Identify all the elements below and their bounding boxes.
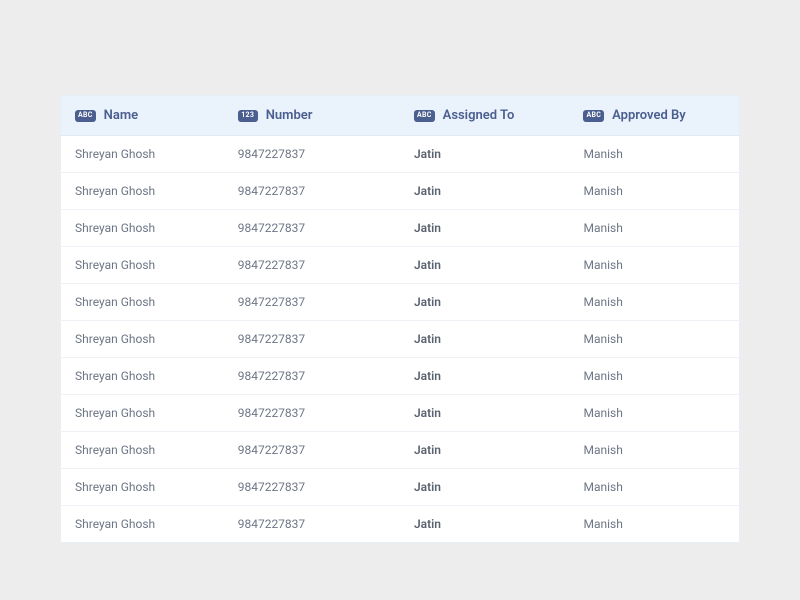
cell-name: Shreyan Ghosh bbox=[61, 432, 224, 468]
cell-approved-by: Manish bbox=[569, 136, 739, 172]
cell-assigned-to: Jatin bbox=[400, 284, 570, 320]
cell-number: 9847227837 bbox=[224, 395, 400, 431]
table-row[interactable]: Shreyan Ghosh9847227837JatinManish bbox=[61, 173, 739, 210]
table-row[interactable]: Shreyan Ghosh9847227837JatinManish bbox=[61, 469, 739, 506]
cell-number: 9847227837 bbox=[224, 210, 400, 246]
table-row[interactable]: Shreyan Ghosh9847227837JatinManish bbox=[61, 210, 739, 247]
table-row[interactable]: Shreyan Ghosh9847227837JatinManish bbox=[61, 321, 739, 358]
cell-approved-by: Manish bbox=[569, 395, 739, 431]
table-row[interactable]: Shreyan Ghosh9847227837JatinManish bbox=[61, 395, 739, 432]
cell-name: Shreyan Ghosh bbox=[61, 136, 224, 172]
cell-assigned-to: Jatin bbox=[400, 506, 570, 542]
column-header-label: Number bbox=[266, 108, 313, 123]
cell-approved-by: Manish bbox=[569, 358, 739, 394]
cell-name: Shreyan Ghosh bbox=[61, 173, 224, 209]
cell-number: 9847227837 bbox=[224, 247, 400, 283]
cell-assigned-to: Jatin bbox=[400, 321, 570, 357]
cell-name: Shreyan Ghosh bbox=[61, 395, 224, 431]
cell-assigned-to: Jatin bbox=[400, 395, 570, 431]
cell-name: Shreyan Ghosh bbox=[61, 469, 224, 505]
cell-assigned-to: Jatin bbox=[400, 136, 570, 172]
table-row[interactable]: Shreyan Ghosh9847227837JatinManish bbox=[61, 506, 739, 542]
cell-approved-by: Manish bbox=[569, 321, 739, 357]
cell-number: 9847227837 bbox=[224, 321, 400, 357]
text-type-icon: ABC bbox=[414, 110, 435, 122]
cell-name: Shreyan Ghosh bbox=[61, 247, 224, 283]
table-row[interactable]: Shreyan Ghosh9847227837JatinManish bbox=[61, 136, 739, 173]
cell-assigned-to: Jatin bbox=[400, 358, 570, 394]
column-header-label: Name bbox=[104, 108, 138, 123]
column-header-name[interactable]: ABC Name bbox=[61, 96, 224, 135]
cell-number: 9847227837 bbox=[224, 173, 400, 209]
cell-number: 9847227837 bbox=[224, 432, 400, 468]
cell-assigned-to: Jatin bbox=[400, 469, 570, 505]
cell-name: Shreyan Ghosh bbox=[61, 210, 224, 246]
cell-assigned-to: Jatin bbox=[400, 432, 570, 468]
cell-number: 9847227837 bbox=[224, 506, 400, 542]
cell-name: Shreyan Ghosh bbox=[61, 284, 224, 320]
cell-name: Shreyan Ghosh bbox=[61, 358, 224, 394]
cell-approved-by: Manish bbox=[569, 247, 739, 283]
cell-number: 9847227837 bbox=[224, 358, 400, 394]
cell-name: Shreyan Ghosh bbox=[61, 321, 224, 357]
data-table: ABC Name 123 Number ABC Assigned To ABC … bbox=[60, 95, 740, 543]
cell-approved-by: Manish bbox=[569, 284, 739, 320]
column-header-label: Approved By bbox=[612, 108, 686, 123]
table-row[interactable]: Shreyan Ghosh9847227837JatinManish bbox=[61, 358, 739, 395]
cell-approved-by: Manish bbox=[569, 173, 739, 209]
text-type-icon: ABC bbox=[75, 110, 96, 122]
cell-number: 9847227837 bbox=[224, 469, 400, 505]
cell-approved-by: Manish bbox=[569, 432, 739, 468]
cell-approved-by: Manish bbox=[569, 506, 739, 542]
cell-name: Shreyan Ghosh bbox=[61, 506, 224, 542]
column-header-approved-by[interactable]: ABC Approved By bbox=[569, 96, 739, 135]
cell-number: 9847227837 bbox=[224, 136, 400, 172]
column-header-number[interactable]: 123 Number bbox=[224, 96, 400, 135]
cell-assigned-to: Jatin bbox=[400, 173, 570, 209]
table-row[interactable]: Shreyan Ghosh9847227837JatinManish bbox=[61, 247, 739, 284]
column-header-assigned-to[interactable]: ABC Assigned To bbox=[400, 96, 570, 135]
table-body: Shreyan Ghosh9847227837JatinManishShreya… bbox=[61, 136, 739, 542]
text-type-icon: ABC bbox=[583, 110, 604, 122]
cell-assigned-to: Jatin bbox=[400, 210, 570, 246]
table-row[interactable]: Shreyan Ghosh9847227837JatinManish bbox=[61, 284, 739, 321]
table-header-row: ABC Name 123 Number ABC Assigned To ABC … bbox=[61, 96, 739, 136]
column-header-label: Assigned To bbox=[443, 108, 515, 123]
number-type-icon: 123 bbox=[238, 110, 258, 122]
cell-approved-by: Manish bbox=[569, 210, 739, 246]
table-row[interactable]: Shreyan Ghosh9847227837JatinManish bbox=[61, 432, 739, 469]
cell-approved-by: Manish bbox=[569, 469, 739, 505]
cell-number: 9847227837 bbox=[224, 284, 400, 320]
cell-assigned-to: Jatin bbox=[400, 247, 570, 283]
